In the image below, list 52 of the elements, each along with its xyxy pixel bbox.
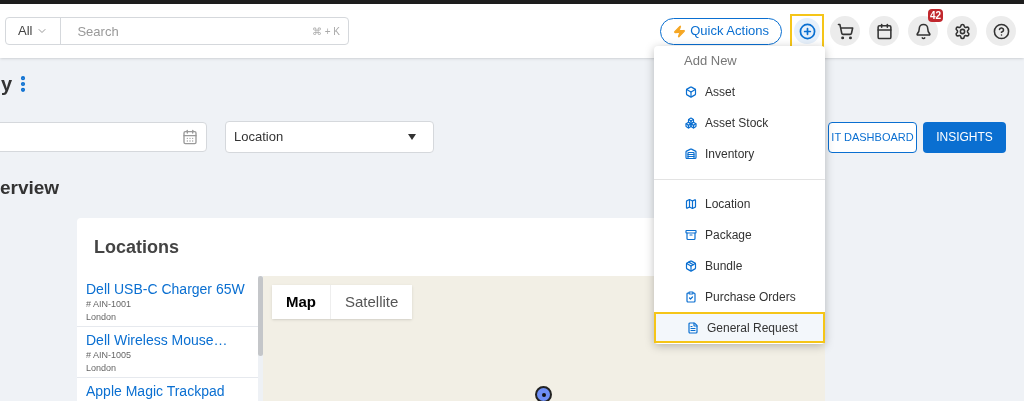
menu-item[interactable]: Inventory (654, 138, 825, 169)
card-title: Locations (94, 235, 179, 259)
bell-icon (914, 22, 932, 40)
dashboard-button[interactable]: IT DASHBOARD (828, 121, 917, 153)
item-name: Apple Magic Trackpad (86, 382, 226, 400)
boxes-icon (685, 116, 697, 129)
settings-button[interactable] (947, 16, 977, 46)
scrollbar[interactable] (258, 276, 263, 401)
insights-button[interactable]: INSIGHTS (923, 121, 1006, 153)
calendar-icon (182, 129, 198, 145)
item-code: # AIN-1001 (86, 298, 133, 311)
clipboard-check-icon (685, 290, 697, 303)
lightning-icon (673, 24, 687, 38)
menu-item[interactable]: Asset (654, 76, 825, 107)
package-icon (685, 259, 697, 272)
item-place: London (86, 362, 118, 375)
help-button[interactable] (986, 16, 1016, 46)
menu-item[interactable]: Package (654, 219, 825, 250)
notification-badge: 42 (928, 9, 944, 22)
search-bar[interactable]: All Search ⌘ + K (5, 17, 349, 45)
item-name: Dell Wireless Mouse… (86, 331, 229, 349)
calendar-button[interactable] (869, 16, 899, 46)
page-title: y (1, 72, 13, 97)
item-place: London (86, 311, 118, 324)
menu-item[interactable]: Purchase Orders (654, 281, 825, 312)
archive-box-icon (685, 228, 697, 241)
menu-heading: Add New (683, 52, 738, 70)
map-icon (685, 197, 697, 210)
map-type-tab[interactable]: Map (272, 285, 330, 319)
help-icon (992, 22, 1010, 40)
document-icon (687, 321, 699, 334)
menu-item[interactable]: Location (654, 188, 825, 219)
menu-item[interactable]: Asset Stock (654, 107, 825, 138)
map-type-tab[interactable]: Satellite (330, 285, 413, 319)
shortcut-hint: ⌘ + K (311, 24, 341, 39)
search-field[interactable]: Search (61, 18, 312, 44)
warehouse-icon (685, 147, 697, 160)
plus-icon (798, 22, 816, 40)
section-title: erview (0, 175, 60, 200)
cart-button[interactable] (830, 16, 860, 46)
item-name: Dell USB-C Charger 65W (86, 280, 246, 298)
calendar-icon (875, 22, 893, 40)
cart-icon (836, 22, 854, 40)
location-select[interactable]: Location (225, 121, 434, 153)
item-code: # AIN-1005 (86, 349, 133, 362)
scope-select[interactable]: All (6, 18, 62, 44)
box-icon (685, 85, 697, 98)
map-pin-icon[interactable] (535, 386, 552, 401)
settings-icon (953, 22, 971, 40)
date-field[interactable] (0, 122, 207, 152)
caret-icon (408, 134, 416, 140)
menu-item[interactable]: General Request (654, 312, 825, 343)
